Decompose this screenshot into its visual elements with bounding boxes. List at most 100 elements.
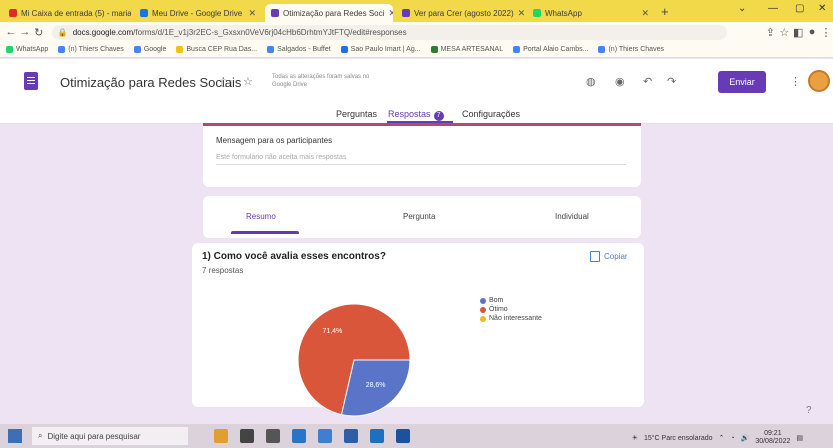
bookmark-label: Salgados - Buffet [277, 46, 331, 53]
preview-eye-icon[interactable]: ◉ [615, 75, 625, 88]
responses-count-badge: 7 [433, 111, 444, 121]
tab-question[interactable]: Pergunta [403, 212, 435, 221]
star-icon[interactable]: ☆ [777, 26, 791, 39]
undo-icon[interactable]: ↶ [643, 75, 652, 88]
windows-start-icon[interactable] [8, 429, 22, 443]
message-label: Mensagem para os participantes [216, 136, 333, 145]
tab-summary[interactable]: Resumo [246, 212, 276, 221]
weather-status[interactable]: 15°C Parc ensolarado [644, 435, 713, 442]
weather-app-icon[interactable] [214, 429, 228, 443]
form-title[interactable]: Otimização para Redes Sociais [60, 75, 241, 90]
tab-favicon-icon [402, 9, 410, 17]
close-tab-icon[interactable]: ✕ [388, 8, 393, 19]
file-explorer-icon[interactable] [318, 429, 332, 443]
form-tabs: Perguntas Respostas 7 Configurações [0, 106, 833, 123]
clock-date: 30/08/2022 [755, 438, 791, 445]
browser-tab[interactable]: Mi Caixa de entrada (5) - maria✕ [3, 4, 131, 22]
tab-favicon-icon [9, 9, 17, 17]
close-tab-icon[interactable]: ✕ [248, 8, 256, 19]
bookmark-item[interactable]: Portal Alaio Cambs... [513, 46, 588, 53]
close-tab-icon[interactable]: ✕ [518, 8, 524, 19]
bookmark-label: (n) Thiers Chaves [68, 46, 124, 53]
send-button[interactable]: Enviar [718, 71, 766, 93]
reload-icon[interactable]: ↻ [32, 26, 46, 39]
bookmark-label: WhatsApp [16, 46, 49, 53]
notifications-icon[interactable]: ▤ [796, 434, 803, 442]
menu-icon[interactable]: ⋮ [819, 26, 833, 39]
search-icon: ⌕ [38, 431, 43, 440]
clock[interactable]: 09:21 30/08/2022 [755, 430, 790, 446]
star-icon[interactable]: ☆ [243, 75, 253, 88]
bookmark-item[interactable]: Sao Paulo Imart | Ag... [340, 46, 421, 53]
bookmark-item[interactable]: Google [133, 46, 167, 53]
bookmark-favicon-icon [430, 46, 438, 53]
legend-label: Ótimo [489, 306, 508, 313]
bookmark-favicon-icon [513, 46, 521, 53]
browser-tab[interactable]: Ver para Crer (agosto 2022) ✕ [396, 4, 524, 22]
minimize-icon[interactable]: — [768, 3, 778, 14]
palette-icon[interactable]: ◍ [586, 75, 596, 88]
bookmark-item[interactable]: (n) Thiers Chaves [598, 46, 664, 53]
address-bar-row: ← → ↻ 🔒 docs.google.com/forms/d/1E_v1j3r… [0, 22, 833, 42]
taskbar-search[interactable]: ⌕ Digite aqui para pesquisar [32, 427, 188, 445]
chevron-up-icon[interactable]: ⌃ [719, 434, 725, 442]
profile-icon[interactable]: ● [805, 26, 819, 38]
bookmark-item[interactable]: WhatsApp [6, 46, 48, 53]
browser-tab[interactable]: WhatsApp ✕ [527, 4, 655, 22]
response-count: 7 respostas [202, 266, 244, 275]
message-input[interactable]: Este formulário não aceita mais resposta… [216, 154, 626, 165]
forms-logo-icon[interactable] [24, 72, 38, 90]
copy-label: Copiar [604, 252, 628, 261]
copy-button[interactable]: Copiar [590, 251, 628, 262]
legend-label: Bom [489, 297, 504, 304]
legend-item: Não interessante [480, 314, 542, 323]
network-icon[interactable]: ◔ [730, 435, 734, 442]
bookmark-favicon-icon [176, 46, 184, 53]
cortana-icon[interactable] [240, 429, 254, 443]
close-tab-icon[interactable]: ✕ [641, 8, 649, 19]
tab-responses[interactable]: Respostas 7 [388, 109, 444, 121]
windows-taskbar: ⌕ Digite aqui para pesquisar ☀ 15°C Parc … [0, 424, 833, 448]
tab-questions[interactable]: Perguntas [336, 109, 377, 119]
maximize-icon[interactable]: ▢ [795, 3, 804, 14]
more-options-icon[interactable]: ⋮ [790, 75, 801, 88]
avatar[interactable] [808, 70, 830, 92]
bookmark-favicon-icon [267, 46, 275, 53]
close-window-icon[interactable]: ✕ [818, 3, 826, 14]
bookmark-item[interactable]: MESA ARTESANAL [430, 46, 503, 53]
bookmark-item[interactable]: (n) Thiers Chaves [58, 46, 124, 53]
url-field[interactable]: 🔒 docs.google.com/forms/d/1E_v1j3r2EC-s_… [51, 24, 728, 40]
forms-header: Otimização para Redes Sociais 🗀 ☆ Todas … [0, 59, 833, 124]
bookmark-item[interactable]: Salgados - Buffet [267, 46, 331, 53]
bookmark-label: Google [143, 46, 167, 53]
tab-label: Meu Drive - Google Drive [152, 8, 243, 18]
clock-time: 09:21 [764, 430, 782, 437]
bookmark-favicon-icon [58, 46, 66, 53]
bookmark-item[interactable]: Busca CEP Rua Das... [176, 46, 257, 53]
browser-tab[interactable]: Meu Drive - Google Drive ✕ [134, 4, 262, 22]
help-icon[interactable]: ? [806, 405, 812, 416]
edge-browser-icon[interactable] [292, 429, 306, 443]
folder-icon[interactable]: 🗀 [221, 75, 232, 94]
word-icon[interactable] [396, 429, 410, 443]
legend-label: Não interessante [489, 315, 542, 322]
tab-individual[interactable]: Individual [555, 212, 589, 221]
chart-legend: Bom Ótimo Não interessante [480, 296, 542, 323]
back-icon[interactable]: ← [4, 26, 18, 38]
volume-icon[interactable]: 🔊 [741, 434, 750, 442]
store-icon[interactable] [344, 429, 358, 443]
new-tab-icon[interactable]: + [661, 4, 669, 22]
tab-settings[interactable]: Configurações [462, 109, 520, 119]
browser-tab-active[interactable]: Otimização para Redes Soci ✕ [265, 4, 393, 22]
share-icon[interactable]: ⇪ [763, 26, 777, 39]
sidebar-icon[interactable]: ◧ [791, 26, 805, 39]
url-domain: docs.google.com [72, 27, 134, 37]
pie-slice-label: 71,4% [322, 328, 342, 335]
redo-icon[interactable]: ↷ [667, 75, 676, 88]
mail-icon[interactable] [370, 429, 384, 443]
question-summary-card: 1) Como você avalia esses encontros? 7 r… [192, 243, 644, 417]
pie-chart: 28,6% 71,4% [297, 303, 411, 417]
forward-icon[interactable]: → [18, 26, 32, 38]
chevron-down-icon[interactable]: ⌄ [738, 3, 746, 14]
task-view-icon[interactable] [266, 429, 280, 443]
